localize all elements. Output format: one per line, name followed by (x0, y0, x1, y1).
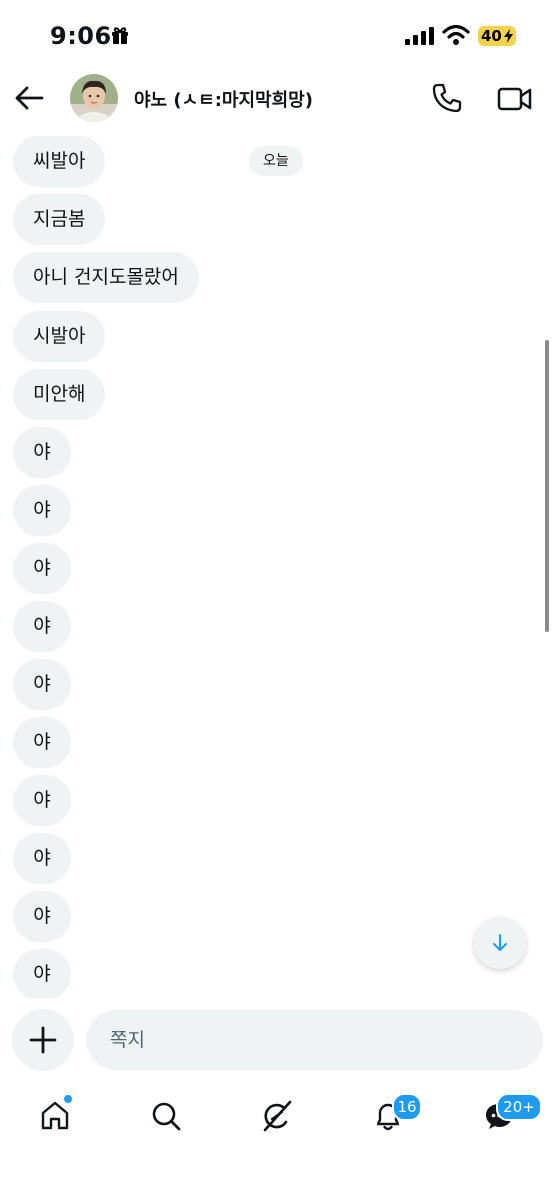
status-bar: 9:06 40 (0, 0, 555, 72)
phone-icon[interactable] (431, 82, 463, 114)
video-icon[interactable] (497, 85, 533, 113)
nav-home[interactable] (30, 1094, 80, 1142)
conversation-header: 야노 (ㅅㅌ:마지막희망) (0, 72, 555, 128)
back-arrow-icon[interactable] (14, 84, 44, 112)
bottom-navigation (0, 1080, 555, 1160)
message-list[interactable]: 오늘 씨발아 지금봄 아니 건지도몰랐어 시발아 미안해 야 야 야 야 야 야… (0, 130, 555, 998)
home-icon (41, 1101, 69, 1130)
messages-badge: 20+ (496, 1093, 542, 1121)
battery-level: 40 (481, 27, 502, 45)
message-bubble[interactable]: 지금봄 (13, 194, 106, 245)
scroll-to-bottom-button[interactable] (474, 917, 526, 969)
nav-search[interactable] (141, 1094, 191, 1142)
message-bubble[interactable]: 아니 건지도몰랐어 (13, 252, 199, 303)
message-bubble[interactable]: 야 (13, 949, 71, 998)
home-unread-dot (63, 1094, 73, 1104)
nav-grok[interactable] (252, 1094, 302, 1142)
message-bubble[interactable]: 야 (13, 775, 71, 826)
notifications-badge: 16 (392, 1093, 422, 1121)
arrow-down-icon (493, 934, 507, 951)
message-bubble[interactable]: 야 (13, 601, 71, 652)
message-bubble[interactable]: 야 (13, 833, 71, 884)
message-bubble[interactable]: 시발아 (13, 311, 106, 362)
message-bubble[interactable]: 야 (13, 543, 71, 594)
charging-bolt-icon (504, 29, 513, 43)
scrollbar[interactable] (545, 340, 549, 632)
status-time: 9:06 (50, 22, 112, 50)
message-bubble[interactable]: 야 (13, 659, 71, 710)
avatar[interactable] (70, 74, 118, 122)
avatar-image (70, 74, 118, 122)
message-bubble[interactable]: 야 (13, 485, 71, 536)
message-input[interactable] (86, 1010, 543, 1070)
add-attachment-button[interactable] (12, 1009, 74, 1071)
signal-icon (405, 27, 434, 45)
grok-icon (263, 1100, 292, 1132)
search-icon (152, 1102, 181, 1131)
message-bubble[interactable]: 야 (13, 717, 71, 768)
message-bubble[interactable]: 씨발아 (13, 136, 106, 187)
message-bubble[interactable]: 미안해 (13, 369, 106, 420)
gift-icon (112, 27, 128, 44)
wifi-icon (442, 24, 470, 45)
plus-icon (29, 1026, 57, 1054)
date-separator: 오늘 (249, 146, 303, 176)
battery-indicator: 40 (478, 26, 516, 46)
contact-name[interactable]: 야노 (ㅅㅌ:마지막희망) (134, 86, 313, 112)
message-bubble[interactable]: 야 (13, 891, 71, 942)
message-bubble[interactable]: 야 (13, 427, 71, 478)
